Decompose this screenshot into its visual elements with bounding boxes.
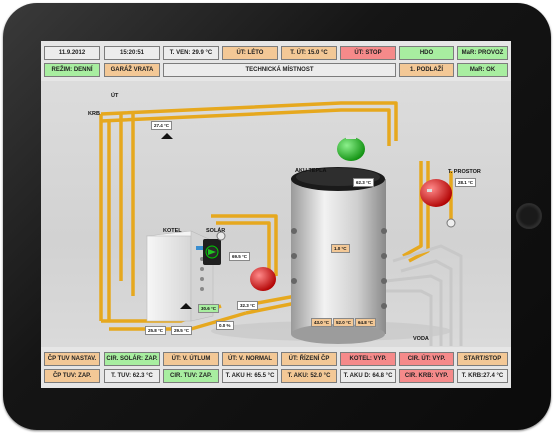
- label-voda: VODA: [413, 336, 429, 342]
- temp-aku-lower1: 43.0 °C: [311, 318, 333, 327]
- temp-aku-upper: 1.0 °C: [331, 244, 350, 253]
- garaz-vrata-status: GARÁŽ VRATA: [104, 63, 160, 77]
- label-ut: ÚT: [111, 93, 119, 99]
- top-status-bar: 11.9.2012 15:20:51 T. VEN: 29.9 °C ÚT: LÉTO…: [41, 41, 511, 81]
- bottom-control-bar: ČP TUV NASTAV. CIR. SOLÁR: ZAP. ÚT: V. ÚTL…: [41, 347, 511, 388]
- temp-left-pipe: 25.8 °C: [145, 326, 167, 335]
- cir-ut-vyp-button[interactable]: CIR. ÚT: VYP.: [399, 352, 454, 366]
- green-expansion-vessel: [337, 135, 365, 161]
- red-expansion-vessel-left: [250, 267, 276, 291]
- mar-ok-status: MaR: OK: [457, 63, 508, 77]
- label-kotel: KOTEL: [163, 228, 182, 234]
- temp-aku-lower3: 64.8 °C: [355, 318, 377, 327]
- tablet-home-button[interactable]: [516, 203, 542, 229]
- rezim-denni-status: REŽIM: DENNÍ: [44, 63, 100, 77]
- valve-percent: 0.0 %: [216, 321, 234, 330]
- cir-solar-zap-button[interactable]: CIR. SOLÁR: ZAP.: [104, 352, 160, 366]
- temp-kotel-in: 29.5 °C: [171, 326, 193, 335]
- hdo-status: HDO: [399, 46, 454, 60]
- mar-provoz-status: MaR: PROVOZ: [457, 46, 508, 60]
- temp-prostor: 28.1 °C: [455, 178, 477, 187]
- red-expansion-vessel-right: [420, 179, 452, 207]
- pump-triangle-icon: [161, 133, 173, 139]
- technicka-mistnost-status: TECHNICKÁ MÍSTNOST: [163, 63, 396, 77]
- kotel-vyp-button[interactable]: KOTEL: VYP.: [340, 352, 396, 366]
- temp-kotel-out: 32.3 °C: [237, 301, 259, 310]
- temp-expansion: 62.3 °C: [353, 178, 375, 187]
- 1-podlazi-status: 1. PODLAŽÍ: [399, 63, 454, 77]
- cp-tuv-nastav-button[interactable]: ČP TUV NASTAV.: [44, 352, 100, 366]
- ut-stop-status: ÚT: STOP: [340, 46, 396, 60]
- t-ut-15-0-c-status: T. ÚT: 15.0 °C: [281, 46, 337, 60]
- t-ven-29-9-c-status: T. VEN: 29.9 °C: [163, 46, 219, 60]
- cp-tuv-zap-button[interactable]: ČP TUV: ZAP.: [44, 369, 100, 383]
- temp-krb-pipe: 27.4 °C: [151, 121, 173, 130]
- label-solar: SOLÁR: [206, 228, 226, 234]
- ut-rizeni-cp-button[interactable]: ÚT: ŘÍZENÍ ČP: [281, 352, 337, 366]
- 15-20-51-status: 15:20:51: [104, 46, 160, 60]
- cir-tuv-zap-button[interactable]: CIR. TUV: ZAP.: [163, 369, 219, 383]
- temp-solar: 69.5 °C: [229, 252, 251, 261]
- label-krb: KRB: [88, 111, 100, 117]
- diagram-svg: [99, 101, 463, 346]
- t-aku-h-65-5-c-button[interactable]: T. AKU H: 65.5 °C: [222, 369, 278, 383]
- ut-v-utlum-button[interactable]: ÚT: V. ÚTLUM: [163, 352, 219, 366]
- t-tuv-62-3-c-button[interactable]: T. TUV: 62.3 °C: [104, 369, 160, 383]
- thermometer-gauge: [446, 218, 456, 228]
- tablet-screen: 11.9.2012 15:20:51 T. VEN: 29.9 °C ÚT: LÉTO…: [41, 41, 511, 388]
- 11-9-2012-status: 11.9.2012: [44, 46, 100, 60]
- cir-krb-vyp-button[interactable]: CIR. KRB: VYP.: [399, 369, 454, 383]
- t-aku-52-0-c-button[interactable]: T. AKU: 52.0 °C: [281, 369, 337, 383]
- start-stop-button[interactable]: START/STOP: [457, 352, 508, 366]
- heating-system-diagram: ÚT KRB KOTEL SOLÁR AKU TEPLA T. PROSTOR …: [41, 81, 511, 347]
- ut-leto-status: ÚT: LÉTO: [222, 46, 278, 60]
- temp-aku-lower2: 52.0 °C: [333, 318, 355, 327]
- label-t-prostor: T. PROSTOR: [448, 169, 481, 175]
- solar-pump-module: [203, 231, 226, 265]
- ut-v-normal-button[interactable]: ÚT: V. NORMAL: [222, 352, 278, 366]
- label-aku-tepla: AKU TEPLA: [295, 168, 327, 174]
- t-aku-d-64-8-c-button[interactable]: T. AKU D: 64.8 °C: [340, 369, 396, 383]
- temp-valve-green: 30.6 °C: [198, 304, 220, 313]
- t-krb-27-4-c-button[interactable]: T. KRB:27.4 °C: [457, 369, 508, 383]
